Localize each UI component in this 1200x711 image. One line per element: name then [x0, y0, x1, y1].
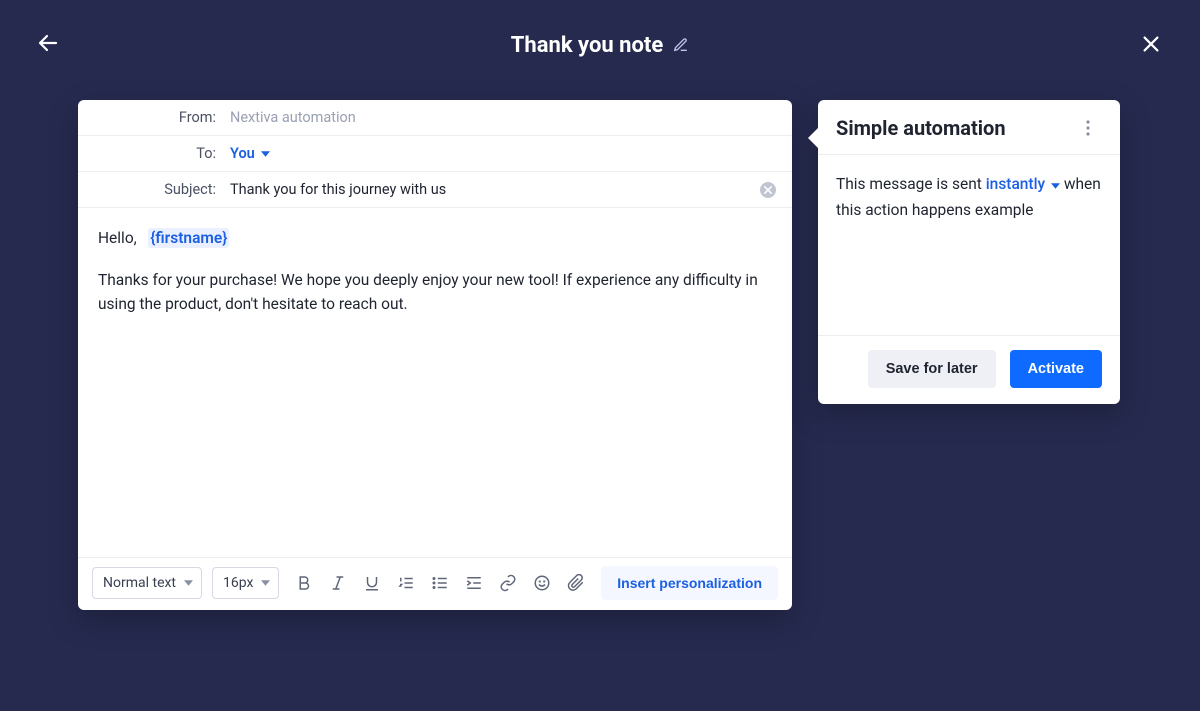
timing-value: instantly [986, 175, 1045, 193]
compose-card: From: Nextiva automation To: You Subject… [78, 100, 792, 610]
message-body[interactable]: Hello, {firstname} Thanks for your purch… [78, 208, 792, 557]
kebab-menu-icon[interactable] [1086, 120, 1102, 136]
insert-personalization-button[interactable]: Insert personalization [601, 566, 778, 600]
text-style-value: Normal text [103, 575, 176, 591]
to-value: You [230, 145, 255, 162]
text-style-select[interactable]: Normal text [92, 567, 202, 599]
bold-icon[interactable] [295, 574, 313, 592]
greeting-prefix: Hello, [98, 229, 137, 247]
clear-subject-button[interactable] [760, 182, 776, 198]
subject-value[interactable]: Thank you for this journey with us [230, 181, 776, 198]
greeting-line: Hello, {firstname} [98, 226, 772, 250]
top-bar: Thank you note [0, 0, 1200, 90]
from-value: Nextiva automation [230, 109, 776, 126]
indent-icon[interactable] [465, 574, 483, 592]
caret-down-icon [1051, 183, 1060, 189]
activate-button[interactable]: Activate [1010, 350, 1102, 388]
underline-icon[interactable] [363, 574, 381, 592]
panel-text-before: This message is sent [836, 175, 982, 193]
from-label: From: [78, 109, 230, 126]
font-size-value: 16px [223, 575, 253, 591]
body-paragraph: Thanks for your purchase! We hope you de… [98, 268, 772, 316]
close-button[interactable] [1140, 33, 1164, 57]
attachment-icon[interactable] [567, 574, 585, 592]
panel-body: This message is sent instantly when this… [818, 155, 1120, 335]
subject-text: Thank you for this journey with us [230, 181, 446, 198]
unordered-list-icon[interactable] [431, 574, 449, 592]
page-title: Thank you note [511, 33, 663, 58]
editor-toolbar: Normal text 16px [78, 557, 792, 610]
pencil-icon[interactable] [673, 37, 689, 53]
automation-panel: Simple automation This message is sent i… [818, 100, 1120, 404]
to-selector[interactable]: You [230, 145, 776, 162]
caret-down-icon [261, 151, 270, 157]
timing-selector[interactable]: instantly [986, 175, 1064, 193]
panel-title: Simple automation [836, 116, 1006, 140]
font-size-select[interactable]: 16px [212, 567, 279, 599]
subject-label: Subject: [78, 181, 230, 198]
to-label: To: [78, 145, 230, 162]
save-for-later-button[interactable]: Save for later [868, 350, 996, 388]
back-button[interactable] [36, 31, 64, 59]
merge-tag-firstname[interactable]: {firstname} [148, 228, 229, 248]
caret-down-icon [184, 580, 193, 586]
link-icon[interactable] [499, 574, 517, 592]
ordered-list-icon[interactable] [397, 574, 415, 592]
emoji-icon[interactable] [533, 574, 551, 592]
caret-down-icon [261, 580, 270, 586]
italic-icon[interactable] [329, 574, 347, 592]
